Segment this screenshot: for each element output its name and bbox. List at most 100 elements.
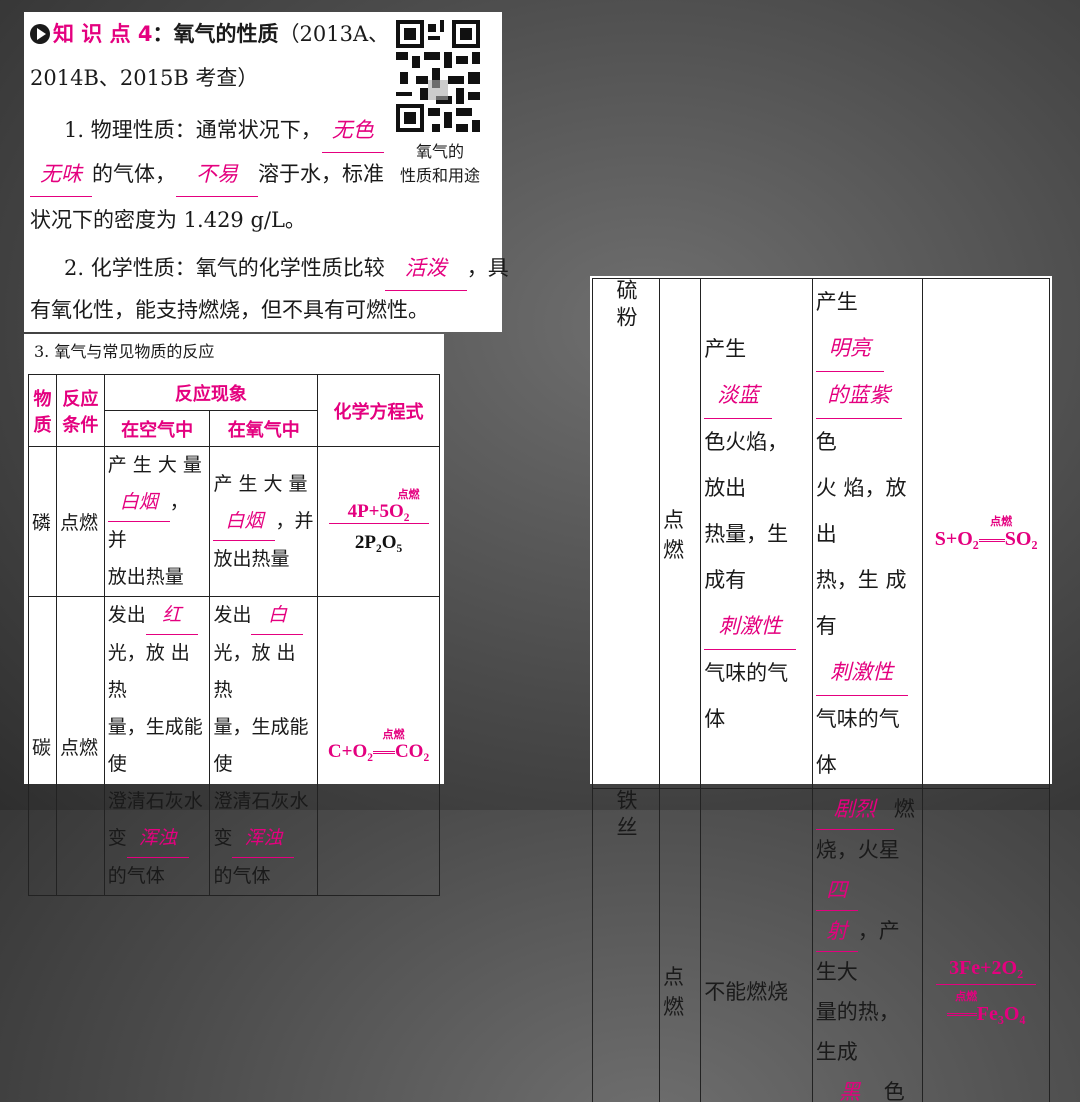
- reaction-subtitle: 3. 氧气与常见物质的反应: [34, 338, 214, 362]
- text: 量，生成能使: [108, 709, 207, 783]
- answer: 射: [816, 911, 858, 952]
- knowledge-point-panel: 知 识 点 4：氧气的性质（2013A、 2014B、2015B 考查） 1. …: [24, 12, 502, 332]
- text: 产 生 大 量: [213, 466, 314, 503]
- text: 产生: [704, 337, 746, 361]
- eq-right: CO₂: [395, 741, 429, 762]
- chemical-end: ，具: [467, 256, 509, 280]
- answer: 白: [251, 597, 303, 635]
- text: 的气体: [213, 858, 314, 895]
- eq-left: C+O₂: [328, 741, 373, 762]
- eq-arrow: [947, 1013, 977, 1016]
- oxygen-phenomenon-cell: 产 生 大 量 白烟，并 放出热量: [210, 447, 318, 597]
- substance-cell: 碳: [29, 597, 57, 896]
- air-phenomenon-cell: 发出红 光，放 出 热 量，生成能使 澄清石灰水 变浑浊 的气体: [104, 597, 210, 896]
- text: 燃: [894, 797, 915, 821]
- answer: 红: [146, 597, 198, 635]
- knowledge-point-title: ：氧气的性质: [153, 22, 279, 46]
- answer: 淡蓝: [704, 372, 772, 419]
- text: 热量，生成有: [704, 511, 809, 603]
- text: 发出: [108, 604, 146, 626]
- oxygen-phenomenon-cell: 产生明亮 的蓝紫色 火 焰，放 出 热，生 成 有 刺激性 气味的气体: [812, 279, 922, 789]
- text: 气味的气体: [816, 696, 919, 788]
- header-in-air: 在空气中: [104, 411, 210, 447]
- answer: 浑浊: [127, 820, 189, 858]
- header-in-oxygen: 在氧气中: [210, 411, 318, 447]
- table-row: 硫粉 点燃 产生淡蓝 色火焰，放出 热量，生成有 刺激性 气味的气体 产生明亮 …: [593, 279, 1050, 789]
- answer-colorless: 无色: [322, 108, 384, 153]
- eq-condition: 点燃: [351, 729, 436, 741]
- text: 发出: [213, 604, 251, 626]
- eq-right: SO₂: [1005, 528, 1038, 550]
- answer: 黑: [816, 1072, 884, 1102]
- chemical-line2: 有氧化性，能支持燃烧，但不具有可燃性。: [30, 288, 429, 332]
- table-row: 碳 点燃 发出红 光，放 出 热 量，生成能使 澄清石灰水 变浑浊 的气体 发出…: [29, 597, 440, 896]
- oxygen-phenomenon-cell: 剧烈燃 烧，火星四 射，产生大 量的热，生成 黑色的 固体: [812, 789, 922, 1102]
- qr-caption: 氧气的 性质和用途: [390, 140, 490, 188]
- header-condition: 反应条件: [56, 375, 104, 447]
- eq-left: 4P+5O₂: [348, 501, 410, 522]
- reaction-table-panel-right: 硫粉 点燃 产生淡蓝 色火焰，放出 热量，生成有 刺激性 气味的气体 产生明亮 …: [590, 276, 1052, 784]
- physical-end: 溶于水，标准: [258, 162, 384, 186]
- answer-odorless: 无味: [30, 152, 92, 197]
- heading-line: 知 识 点 4：氧气的性质（2013A、: [30, 12, 389, 56]
- physical-mid: 的气体，: [92, 162, 176, 186]
- answer: 浑浊: [232, 820, 294, 858]
- text: ，并: [275, 510, 313, 532]
- text: 澄清石灰水: [108, 783, 207, 820]
- equation-cell: 3Fe+2O₂ 点燃Fe₃O₄: [923, 789, 1050, 1102]
- equation-cell: 点燃 4P+5O₂ 2P₂O₅: [318, 447, 440, 597]
- condition-cell: 点燃: [56, 597, 104, 896]
- text: 火 焰，放 出: [816, 465, 919, 557]
- exam-ref: （2013A、: [279, 22, 390, 46]
- text: 气味的气体: [704, 650, 809, 742]
- equation-cell: 点燃 S+O₂ SO₂: [923, 279, 1050, 789]
- answer: 四: [816, 870, 858, 911]
- header-substance: 物质: [29, 375, 57, 447]
- condition-cell: 点燃: [660, 279, 701, 789]
- answer: 明亮: [816, 325, 884, 372]
- text: 色火焰，放出: [704, 419, 809, 511]
- substance-cell: 铁丝: [593, 789, 660, 1102]
- play-icon: [30, 24, 50, 44]
- eq-condition: 点燃: [956, 516, 1046, 528]
- eq-left: S+O₂: [935, 528, 979, 550]
- chemical-line1: 2. 化学性质：氧气的化学性质比较活泼，具: [64, 246, 509, 291]
- eq-underline: [936, 984, 1036, 985]
- text: 产生: [816, 290, 858, 314]
- eq-condition: 点燃: [926, 991, 1006, 1003]
- text: 的气体: [108, 858, 207, 895]
- text: 放出热量: [108, 559, 207, 596]
- exam-ref-line2: 2014B、2015B 考查）: [30, 56, 258, 100]
- table-row: 磷 点燃 产 生 大 量 白烟，并 放出热量 产 生 大 量 白烟，并 放出热量…: [29, 447, 440, 597]
- answer: 白烟: [108, 484, 170, 522]
- eq-right: Fe₃O₄: [977, 1003, 1026, 1025]
- knowledge-point-tag: 知 识 点 4: [53, 22, 153, 46]
- reaction-table-right: 硫粉 点燃 产生淡蓝 色火焰，放出 热量，生成有 刺激性 气味的气体 产生明亮 …: [592, 278, 1050, 1102]
- text: 烧，火星: [816, 838, 900, 862]
- condition-cell: 点燃: [56, 447, 104, 597]
- air-phenomenon-cell: 产 生 大 量 白烟，并 放出热量: [104, 447, 210, 597]
- text: 光，放 出 热: [108, 635, 207, 709]
- qr-code-icon[interactable]: [396, 20, 480, 132]
- eq-arrow: [373, 751, 395, 754]
- answer: 刺激性: [704, 603, 796, 650]
- physical-label: 1. 物理性质：通常状况下，: [64, 118, 322, 142]
- reaction-table-panel: 3. 氧气与常见物质的反应 物质 反应条件 反应现象 化学方程式 在空气中 在氧…: [24, 334, 444, 784]
- air-phenomenon-cell: 产生淡蓝 色火焰，放出 热量，生成有 刺激性 气味的气体: [701, 279, 813, 789]
- text: 量，生成能使: [213, 709, 314, 783]
- physical-line1: 1. 物理性质：通常状况下，无色: [64, 108, 384, 153]
- chemical-label: 2. 化学性质：氧气的化学性质比较: [64, 256, 385, 280]
- text: 产 生 大 量: [108, 447, 207, 484]
- answer-not-easily: 不易: [176, 152, 258, 197]
- qr-caption-line2: 性质和用途: [390, 164, 490, 188]
- equation-cell: 点燃 C+O₂ CO₂: [318, 597, 440, 896]
- answer: 刺激性: [816, 649, 908, 696]
- substance-cell: 磷: [29, 447, 57, 597]
- oxygen-phenomenon-cell: 发出白 光，放 出 热 量，生成能使 澄清石灰水 变浑浊 的气体: [210, 597, 318, 896]
- table-row: 铁丝 点燃 不能燃烧 剧烈燃 烧，火星四 射，产生大 量的热，生成 黑色的 固体…: [593, 789, 1050, 1102]
- text: 变: [108, 827, 127, 849]
- condition-cell: 点燃: [660, 789, 701, 1102]
- text: 量的热，生成: [816, 992, 919, 1072]
- text: 澄清石灰水: [213, 783, 314, 820]
- air-phenomenon-cell: 不能燃烧: [701, 789, 813, 1102]
